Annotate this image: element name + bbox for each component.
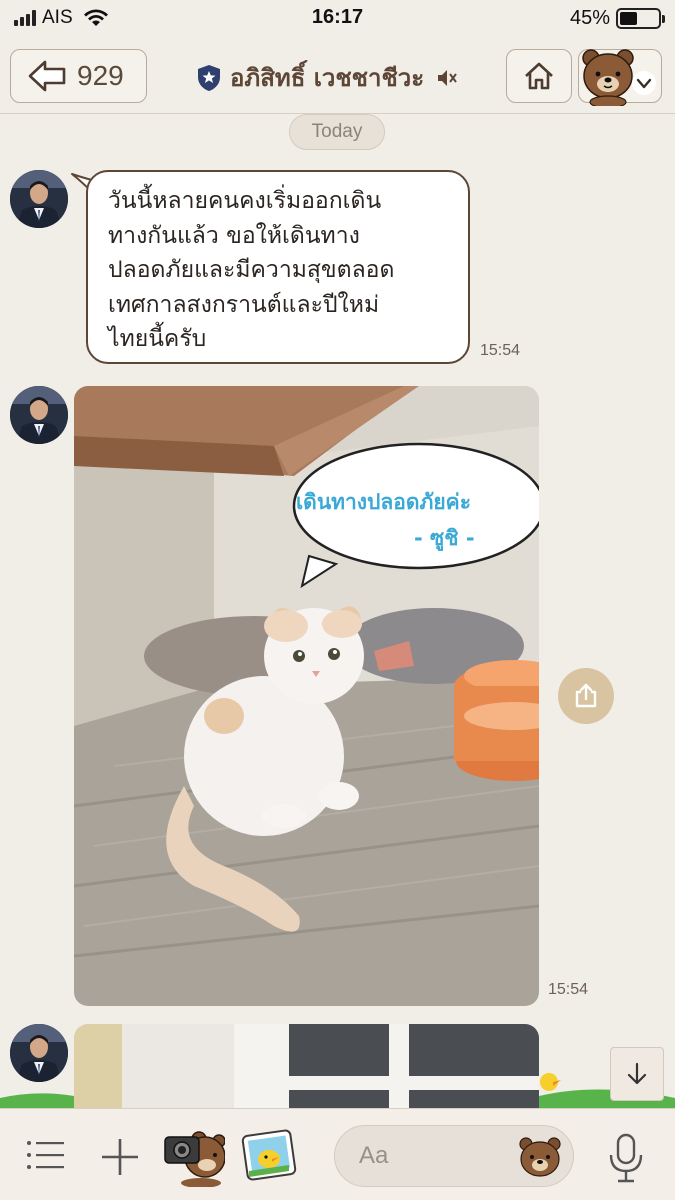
person-avatar-icon <box>10 170 68 228</box>
message-text: วันนี้หลายคนคงเริ่มออกเดิน ทางกันแล้ว ขอ… <box>108 188 395 352</box>
message-bubble[interactable]: วันนี้หลายคนคงเริ่มออกเดิน ทางกันแล้ว ขอ… <box>86 170 470 364</box>
home-icon <box>525 62 553 90</box>
unread-count: 929 <box>77 60 124 91</box>
sender-avatar[interactable] <box>10 1024 68 1082</box>
person-avatar-icon <box>10 1024 68 1082</box>
menu-icon[interactable] <box>26 1139 64 1171</box>
person-avatar-icon <box>10 386 68 444</box>
sender-avatar[interactable] <box>10 170 68 228</box>
shield-icon <box>198 64 220 91</box>
status-bar: AIS 16:17 45% <box>0 0 675 38</box>
profile-button[interactable] <box>578 49 662 106</box>
battery-icon <box>616 8 665 29</box>
bear-avatar-icon <box>582 49 634 106</box>
back-arrow-icon <box>28 60 66 92</box>
chat-title-group[interactable]: อภิสิทธิ์ เวชชาชีวะ <box>196 58 458 97</box>
date-separator: Today <box>289 114 385 150</box>
gallery-icon[interactable] <box>239 1125 299 1185</box>
arrow-down-icon <box>627 1062 647 1085</box>
plus-icon[interactable] <box>100 1137 140 1177</box>
composer-bar: Aa <box>0 1108 675 1200</box>
back-button[interactable]: 929 <box>10 49 147 103</box>
chevron-down-icon <box>632 71 656 95</box>
chat-header: 929 อภิสิทธิ์ เวชชาชีวะ <box>0 38 675 114</box>
message-time: 15:54 <box>548 981 589 998</box>
mic-icon[interactable] <box>606 1133 646 1183</box>
message-input[interactable]: Aa <box>334 1125 574 1187</box>
battery-percent: 45% <box>569 7 610 29</box>
share-button[interactable] <box>558 668 614 724</box>
battery-level <box>620 12 637 25</box>
sender-avatar[interactable] <box>10 386 68 444</box>
message-input-placeholder: Aa <box>359 1142 389 1169</box>
cat-photo <box>74 386 539 1006</box>
photo-message-window[interactable] <box>74 1024 539 1114</box>
photo-caption-line1: เดินทางปลอดภัยค่ะ <box>296 490 471 514</box>
chat-title: อภิสิทธิ์ เวชชาชีวะ <box>230 64 425 92</box>
window-photo <box>74 1024 539 1114</box>
photo-caption-line2: - ซูชิ - <box>414 526 475 550</box>
status-right: 45% <box>569 7 665 30</box>
scroll-to-bottom-button[interactable] <box>610 1047 664 1101</box>
grass-decoration <box>0 1093 74 1108</box>
mute-icon <box>438 69 457 86</box>
message-time: 15:54 <box>480 342 521 359</box>
camera-bear-icon[interactable] <box>163 1123 225 1187</box>
home-button[interactable] <box>506 49 572 103</box>
photo-message-cat[interactable]: เดินทางปลอดภัยค่ะ - ซูชิ - <box>74 386 539 1006</box>
sticker-icon[interactable] <box>517 1134 563 1180</box>
share-icon <box>575 683 597 708</box>
